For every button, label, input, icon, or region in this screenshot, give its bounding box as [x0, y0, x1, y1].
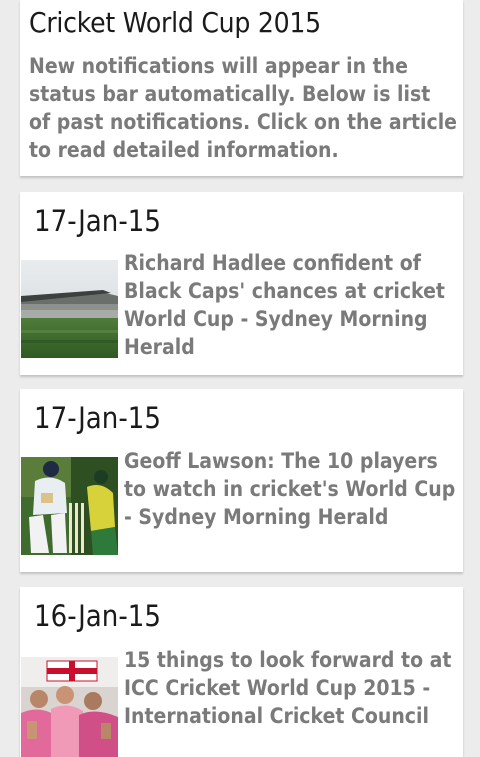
batsman-photo-icon	[21, 457, 118, 555]
description-line: New notifications will appear in the	[29, 54, 408, 78]
headline-line: Geoff Lawson: The 10 players	[124, 449, 438, 473]
article-date: 16-Jan-15	[34, 599, 161, 633]
article-thumbnail[interactable]	[21, 457, 118, 555]
article-card[interactable]: 17-Jan-15 Geoff Lawson: The 10 players t…	[20, 389, 463, 572]
stadium-photo-icon	[21, 260, 118, 358]
fans-photo-icon	[21, 657, 118, 757]
article-thumbnail[interactable]	[21, 657, 118, 757]
headline-line: - Sydney Morning Herald	[124, 505, 389, 529]
headline-line: Richard Hadlee confident of	[124, 251, 421, 275]
article-thumbnail[interactable]	[21, 260, 118, 358]
headline-line: to watch in cricket's World Cup	[124, 477, 456, 501]
article-headline[interactable]: 15 things to look forward to at ICC Cric…	[124, 646, 466, 730]
app-description: New notifications will appear in the sta…	[29, 52, 457, 164]
headline-line: 15 things to look forward to at	[124, 648, 452, 672]
article-date: 17-Jan-15	[34, 401, 161, 435]
article-date: 17-Jan-15	[34, 204, 161, 238]
headline-line: Herald	[124, 335, 195, 359]
app-title: Cricket World Cup 2015	[29, 6, 321, 39]
headline-line: World Cup - Sydney Morning	[124, 307, 428, 331]
app-header-card: Cricket World Cup 2015 New notifications…	[20, 0, 463, 176]
article-headline[interactable]: Geoff Lawson: The 10 players to watch in…	[124, 447, 466, 531]
description-line: status bar automatically. Below is list	[29, 82, 431, 106]
article-card[interactable]: 16-Jan-15 15 things to look forward to a…	[20, 587, 463, 757]
description-line: to read detailed information.	[29, 138, 339, 162]
article-headline[interactable]: Richard Hadlee confident of Black Caps' …	[124, 249, 466, 361]
headline-line: International Cricket Council	[124, 704, 429, 728]
description-line: of past notifications. Click on the arti…	[29, 110, 457, 134]
headline-line: Black Caps' chances at cricket	[124, 279, 445, 303]
article-card[interactable]: 17-Jan-15 Richard Hadlee confident of Bl…	[20, 192, 463, 375]
headline-line: ICC Cricket World Cup 2015 -	[124, 676, 431, 700]
